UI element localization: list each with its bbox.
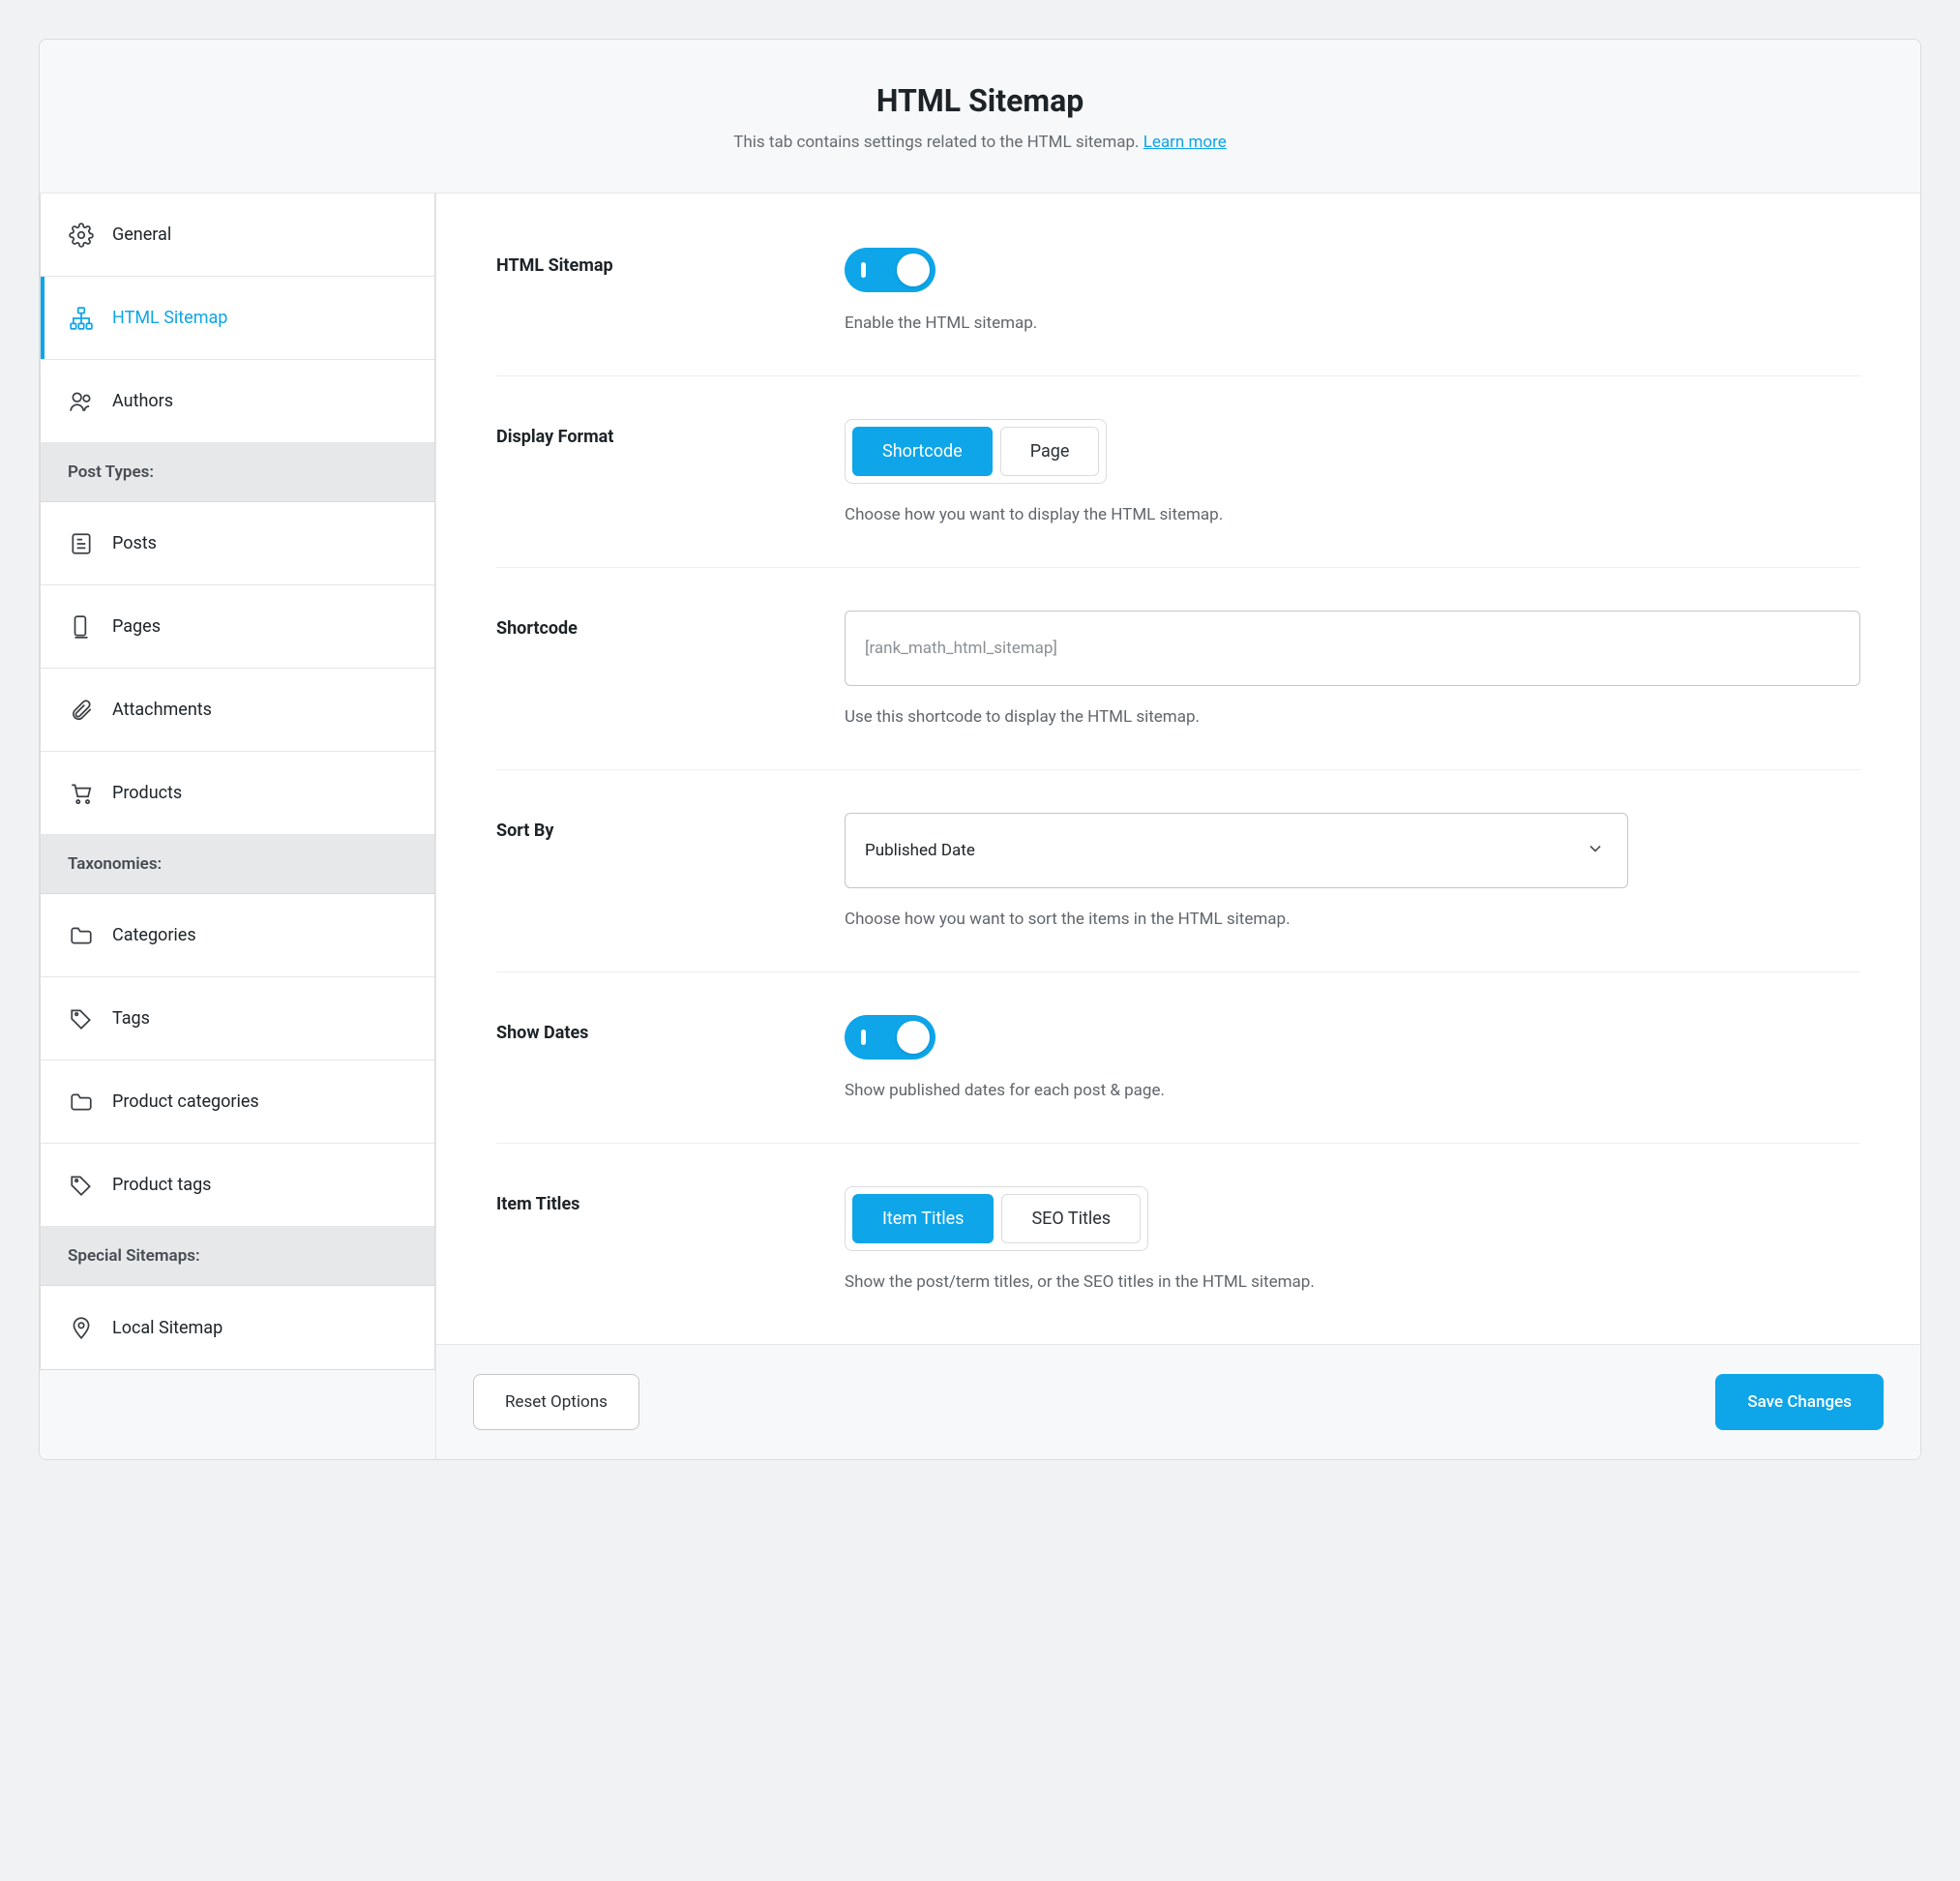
sidebar-item-local-sitemap[interactable]: Local Sitemap [41, 1286, 434, 1369]
sidebar-item-html-sitemap[interactable]: HTML Sitemap [41, 277, 434, 360]
field-control: Item Titles SEO Titles Show the post/ter… [845, 1186, 1860, 1292]
sidebar-item-general[interactable]: General [41, 194, 434, 277]
field-label: Shortcode [496, 611, 845, 727]
display-format-segmented: Shortcode Page [845, 419, 1107, 484]
field-control: Show published dates for each post & pag… [845, 1015, 1860, 1100]
field-label: Sort By [496, 813, 845, 929]
field-sort-by: Sort By Published Date Choose how you wa… [496, 770, 1860, 972]
field-control: Enable the HTML sitemap. [845, 248, 1860, 333]
sidebar-item-posts[interactable]: Posts [41, 502, 434, 585]
sitemap-icon [68, 305, 95, 332]
sidebar-item-tags[interactable]: Tags [41, 977, 434, 1060]
reset-button[interactable]: Reset Options [473, 1374, 639, 1430]
sidebar-item-label: Product tags [112, 1175, 211, 1195]
field-description: Choose how you want to sort the items in… [845, 910, 1860, 929]
field-description: Show published dates for each post & pag… [845, 1081, 1860, 1100]
page-title: HTML Sitemap [69, 82, 1891, 119]
tag-icon [68, 1005, 95, 1032]
item-titles-segmented: Item Titles SEO Titles [845, 1186, 1148, 1251]
folder-icon [68, 922, 95, 949]
field-description: Show the post/term titles, or the SEO ti… [845, 1272, 1860, 1292]
cart-icon [68, 780, 95, 807]
sidebar-item-attachments[interactable]: Attachments [41, 669, 434, 752]
sidebar-item-label: Categories [112, 925, 196, 945]
folder-icon [68, 1089, 95, 1116]
field-control: Use this shortcode to display the HTML s… [845, 611, 1860, 727]
field-html-sitemap: HTML Sitemap Enable the HTML sitemap. [496, 223, 1860, 376]
sidebar-item-label: HTML Sitemap [112, 308, 227, 328]
sidebar-item-label: Pages [112, 616, 161, 637]
page-subtitle: This tab contains settings related to th… [69, 133, 1891, 152]
field-shortcode: Shortcode Use this shortcode to display … [496, 568, 1860, 770]
gear-icon [68, 222, 95, 249]
field-control: Shortcode Page Choose how you want to di… [845, 419, 1860, 524]
field-show-dates: Show Dates Show published dates for each… [496, 972, 1860, 1144]
clip-icon [68, 697, 95, 724]
sidebar-item-pages[interactable]: Pages [41, 585, 434, 669]
sidebar-item-label: Products [112, 783, 182, 803]
settings-form: HTML Sitemap Enable the HTML sitemap. Di… [436, 194, 1920, 1344]
sidebar-item-categories[interactable]: Categories [41, 894, 434, 977]
tag-icon [68, 1172, 95, 1199]
sidebar-list: General HTML Sitemap Authors Post Types: [40, 194, 435, 1370]
page-icon [68, 613, 95, 641]
sidebar-item-label: Product categories [112, 1091, 259, 1112]
sidebar-item-label: General [112, 224, 171, 245]
pin-icon [68, 1314, 95, 1341]
panel-body: General HTML Sitemap Authors Post Types: [40, 194, 1920, 1459]
field-label: Show Dates [496, 1015, 845, 1100]
subtitle-text: This tab contains settings related to th… [733, 133, 1139, 152]
html-sitemap-toggle[interactable] [845, 248, 935, 292]
sidebar: General HTML Sitemap Authors Post Types: [40, 194, 436, 1459]
field-description: Choose how you want to display the HTML … [845, 505, 1860, 524]
settings-panel: HTML Sitemap This tab contains settings … [39, 39, 1921, 1460]
sidebar-item-product-tags[interactable]: Product tags [41, 1144, 434, 1227]
sidebar-item-label: Posts [112, 533, 157, 553]
show-dates-toggle[interactable] [845, 1015, 935, 1060]
field-control: Published Date Choose how you want to so… [845, 813, 1860, 929]
sidebar-item-label: Attachments [112, 700, 212, 720]
field-item-titles: Item Titles Item Titles SEO Titles Show … [496, 1144, 1860, 1334]
post-icon [68, 530, 95, 557]
shortcode-input[interactable] [845, 611, 1860, 686]
item-titles-option-seo[interactable]: SEO Titles [1001, 1194, 1141, 1243]
panel-header: HTML Sitemap This tab contains settings … [40, 40, 1920, 194]
field-label: Item Titles [496, 1186, 845, 1292]
sidebar-item-product-categories[interactable]: Product categories [41, 1060, 434, 1144]
sort-by-select[interactable]: Published Date [845, 813, 1628, 888]
panel-footer: Reset Options Save Changes [436, 1344, 1920, 1459]
sidebar-item-products[interactable]: Products [41, 752, 434, 835]
sidebar-item-label: Authors [112, 391, 173, 411]
sort-by-select-wrap: Published Date [845, 813, 1628, 888]
learn-more-link[interactable]: Learn more [1143, 133, 1227, 152]
field-label: Display Format [496, 419, 845, 524]
main: HTML Sitemap Enable the HTML sitemap. Di… [436, 194, 1920, 1459]
sidebar-group-taxonomies: Taxonomies: [41, 835, 434, 894]
field-description: Use this shortcode to display the HTML s… [845, 707, 1860, 727]
save-button[interactable]: Save Changes [1715, 1374, 1884, 1430]
sidebar-item-authors[interactable]: Authors [41, 360, 434, 443]
sidebar-group-post-types: Post Types: [41, 443, 434, 502]
display-format-option-shortcode[interactable]: Shortcode [852, 427, 993, 476]
field-label: HTML Sitemap [496, 248, 845, 333]
sidebar-group-special: Special Sitemaps: [41, 1227, 434, 1286]
item-titles-option-item[interactable]: Item Titles [852, 1194, 994, 1243]
sidebar-item-label: Tags [112, 1008, 150, 1029]
field-description: Enable the HTML sitemap. [845, 314, 1860, 333]
users-icon [68, 388, 95, 415]
field-display-format: Display Format Shortcode Page Choose how… [496, 376, 1860, 568]
sidebar-item-label: Local Sitemap [112, 1318, 223, 1338]
display-format-option-page[interactable]: Page [1000, 427, 1100, 476]
